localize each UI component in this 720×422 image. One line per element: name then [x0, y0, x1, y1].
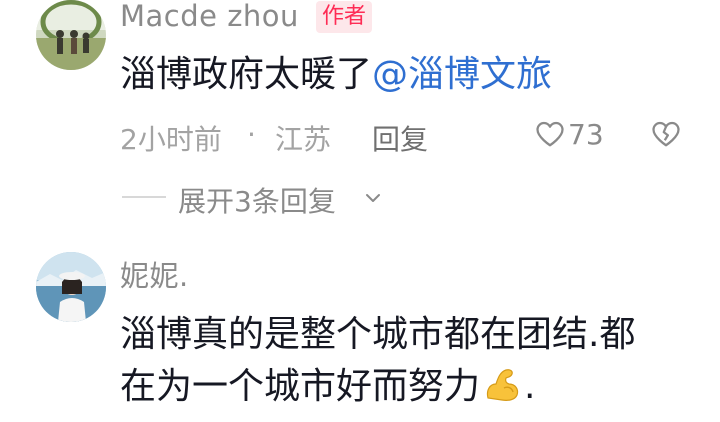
expand-divider [122, 196, 166, 198]
comment-body-line1: 淄博真的是整个城市都在团结.都 [120, 314, 636, 355]
chevron-down-icon[interactable] [364, 190, 382, 204]
comment-body-end: . [524, 366, 536, 407]
comment-time: 2小时前 [120, 123, 222, 156]
mention-link[interactable]: @淄博文旅 [372, 54, 552, 95]
meta-separator: · [247, 118, 256, 151]
reply-button[interactable]: 回复 [372, 118, 428, 158]
flexed-biceps-emoji [480, 364, 524, 404]
comment-text: 淄博政府太暖了@淄博文旅 [120, 50, 552, 100]
heart-outline-icon[interactable] [535, 120, 565, 148]
comment-body-line2: 在为一个城市好而努力 [120, 366, 481, 407]
comment-username[interactable]: Macde zhou [120, 0, 299, 32]
comment-text: 淄博真的是整个城市都在团结.都 [120, 310, 635, 360]
comment-body: 淄博政府太暖了 [120, 54, 373, 95]
comment-list: Macde zhou 作者 淄博政府太暖了@淄博文旅 2小时前 · 江苏 回复 … [0, 0, 720, 422]
comment-username[interactable]: 妮妮. [120, 260, 189, 292]
avatar[interactable] [36, 0, 106, 70]
expand-replies-button[interactable]: 展开3条回复 [178, 180, 336, 220]
comment-text-line2: 在为一个城市好而努力 . [120, 362, 535, 412]
avatar[interactable] [36, 252, 106, 322]
broken-heart-icon[interactable] [651, 120, 681, 148]
author-badge: 作者 [316, 1, 373, 33]
comment-location: 江苏 [275, 123, 332, 156]
like-count: 73 [568, 118, 604, 151]
